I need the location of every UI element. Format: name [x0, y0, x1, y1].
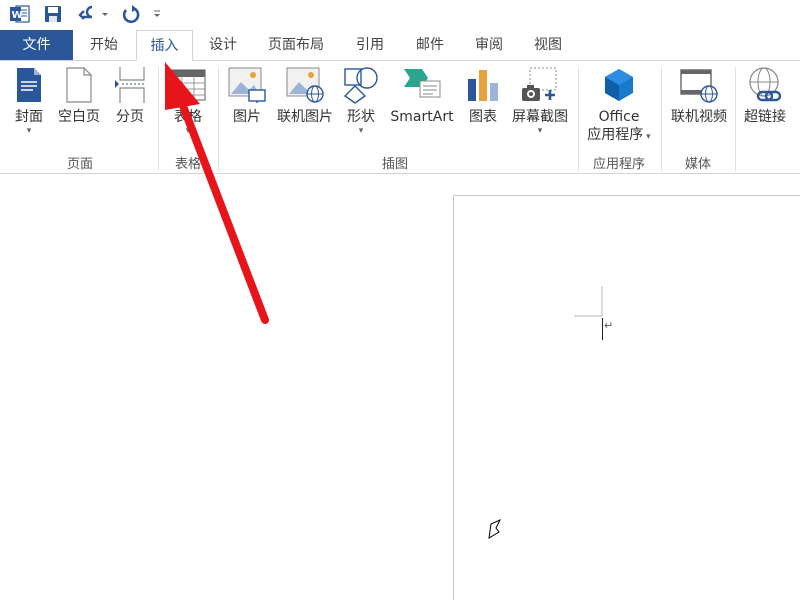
office-apps-label-line2: 应用程序 ▾: [587, 126, 650, 146]
chevron-down-icon: ▾: [643, 132, 651, 142]
chevron-down-icon: ▾: [358, 126, 364, 136]
table-icon: [168, 65, 208, 105]
screenshot-button[interactable]: 屏幕截图 ▾: [508, 65, 572, 136]
shapes-button[interactable]: 形状 ▾: [340, 65, 382, 136]
chevron-down-icon: ▾: [185, 126, 191, 136]
cover-page-icon: [9, 65, 49, 105]
tab-design[interactable]: 设计: [197, 30, 249, 60]
smartart-icon: [402, 65, 442, 105]
tab-view[interactable]: 视图: [521, 30, 575, 60]
hyperlink-icon: [745, 65, 785, 105]
group-separator: [218, 67, 219, 171]
tab-references[interactable]: 引用: [343, 30, 397, 60]
document-area[interactable]: ↵: [0, 175, 800, 600]
cover-page-button[interactable]: 封面 ▾: [8, 65, 50, 136]
online-picture-button[interactable]: 联机图片: [272, 65, 338, 126]
table-label: 表格: [174, 109, 202, 125]
online-picture-icon: [285, 65, 325, 105]
blank-page-label: 空白页: [58, 109, 100, 125]
group-separator: [735, 67, 736, 171]
chart-button[interactable]: 图表: [462, 65, 504, 126]
office-apps-button[interactable]: Office 应用程序 ▾: [582, 65, 656, 146]
picture-button[interactable]: 图片: [226, 65, 268, 126]
picture-label: 图片: [233, 109, 261, 125]
save-icon[interactable]: [42, 3, 64, 25]
customize-qat-icon[interactable]: [150, 3, 164, 25]
tab-review[interactable]: 审阅: [462, 30, 516, 60]
svg-text:W: W: [12, 10, 23, 21]
blank-page-button[interactable]: 空白页: [55, 65, 103, 126]
group-separator: [661, 67, 662, 171]
page-break-button[interactable]: 分页: [110, 65, 150, 126]
tab-file[interactable]: 文件: [0, 30, 73, 60]
group-label-tables: 表格: [174, 157, 201, 172]
ribbon-tabs: 文件 开始 插入 设计 页面布局 引用 邮件 审阅 视图: [0, 30, 800, 61]
online-video-icon: [679, 65, 719, 105]
hyperlink-button[interactable]: 超链接: [740, 65, 790, 126]
quick-access-toolbar: W: [0, 0, 800, 30]
group-label-apps: 应用程序: [592, 157, 645, 172]
office-apps-label-line1: Office: [598, 109, 640, 125]
picture-icon: [227, 65, 267, 105]
chart-label: 图表: [469, 109, 497, 125]
word-app-icon: W: [8, 3, 32, 25]
page-margin-corner-mark: [574, 286, 603, 317]
chart-icon: [463, 65, 503, 105]
tab-insert[interactable]: 插入: [136, 30, 193, 61]
paragraph-mark: ↵: [604, 319, 614, 332]
online-picture-label: 联机图片: [277, 109, 333, 125]
smartart-label: SmartArt: [390, 109, 454, 125]
ribbon-insert: 封面 ▾ 空白页 分页 页面 表格 ▾ 表格 图片 联机图片 形状 ▾ Smar…: [0, 60, 800, 174]
chevron-down-icon: ▾: [537, 126, 543, 136]
online-video-button[interactable]: 联机视频: [665, 65, 733, 126]
chevron-down-icon: ▾: [26, 126, 32, 136]
mouse-pointer-icon: [488, 518, 502, 539]
tab-home[interactable]: 开始: [78, 30, 130, 60]
redo-icon[interactable]: [120, 3, 142, 25]
screenshot-icon: [520, 65, 560, 105]
tab-page-layout[interactable]: 页面布局: [254, 30, 338, 60]
blank-page-icon: [59, 65, 99, 105]
online-video-label: 联机视频: [671, 109, 727, 125]
shapes-label: 形状: [347, 109, 375, 125]
office-apps-label-text: 应用程序: [587, 127, 644, 143]
hyperlink-label: 超链接: [744, 109, 786, 125]
table-button[interactable]: 表格 ▾: [166, 65, 210, 136]
group-separator: [578, 67, 579, 171]
page-break-icon: [110, 65, 150, 105]
cover-page-label: 封面: [15, 109, 43, 125]
group-label-illustrations: 插图: [381, 157, 408, 172]
office-apps-icon: [599, 65, 639, 105]
shapes-icon: [341, 65, 381, 105]
screenshot-label: 屏幕截图: [512, 109, 568, 125]
page-break-label: 分页: [116, 109, 144, 125]
group-separator: [158, 67, 159, 171]
group-label-media: 媒体: [684, 157, 711, 172]
smartart-button[interactable]: SmartArt: [388, 65, 456, 126]
tab-mailings[interactable]: 邮件: [403, 30, 457, 60]
undo-icon[interactable]: [76, 3, 110, 25]
group-label-pages: 页面: [66, 157, 93, 172]
text-cursor: [602, 318, 603, 340]
document-page[interactable]: ↵: [453, 195, 800, 600]
